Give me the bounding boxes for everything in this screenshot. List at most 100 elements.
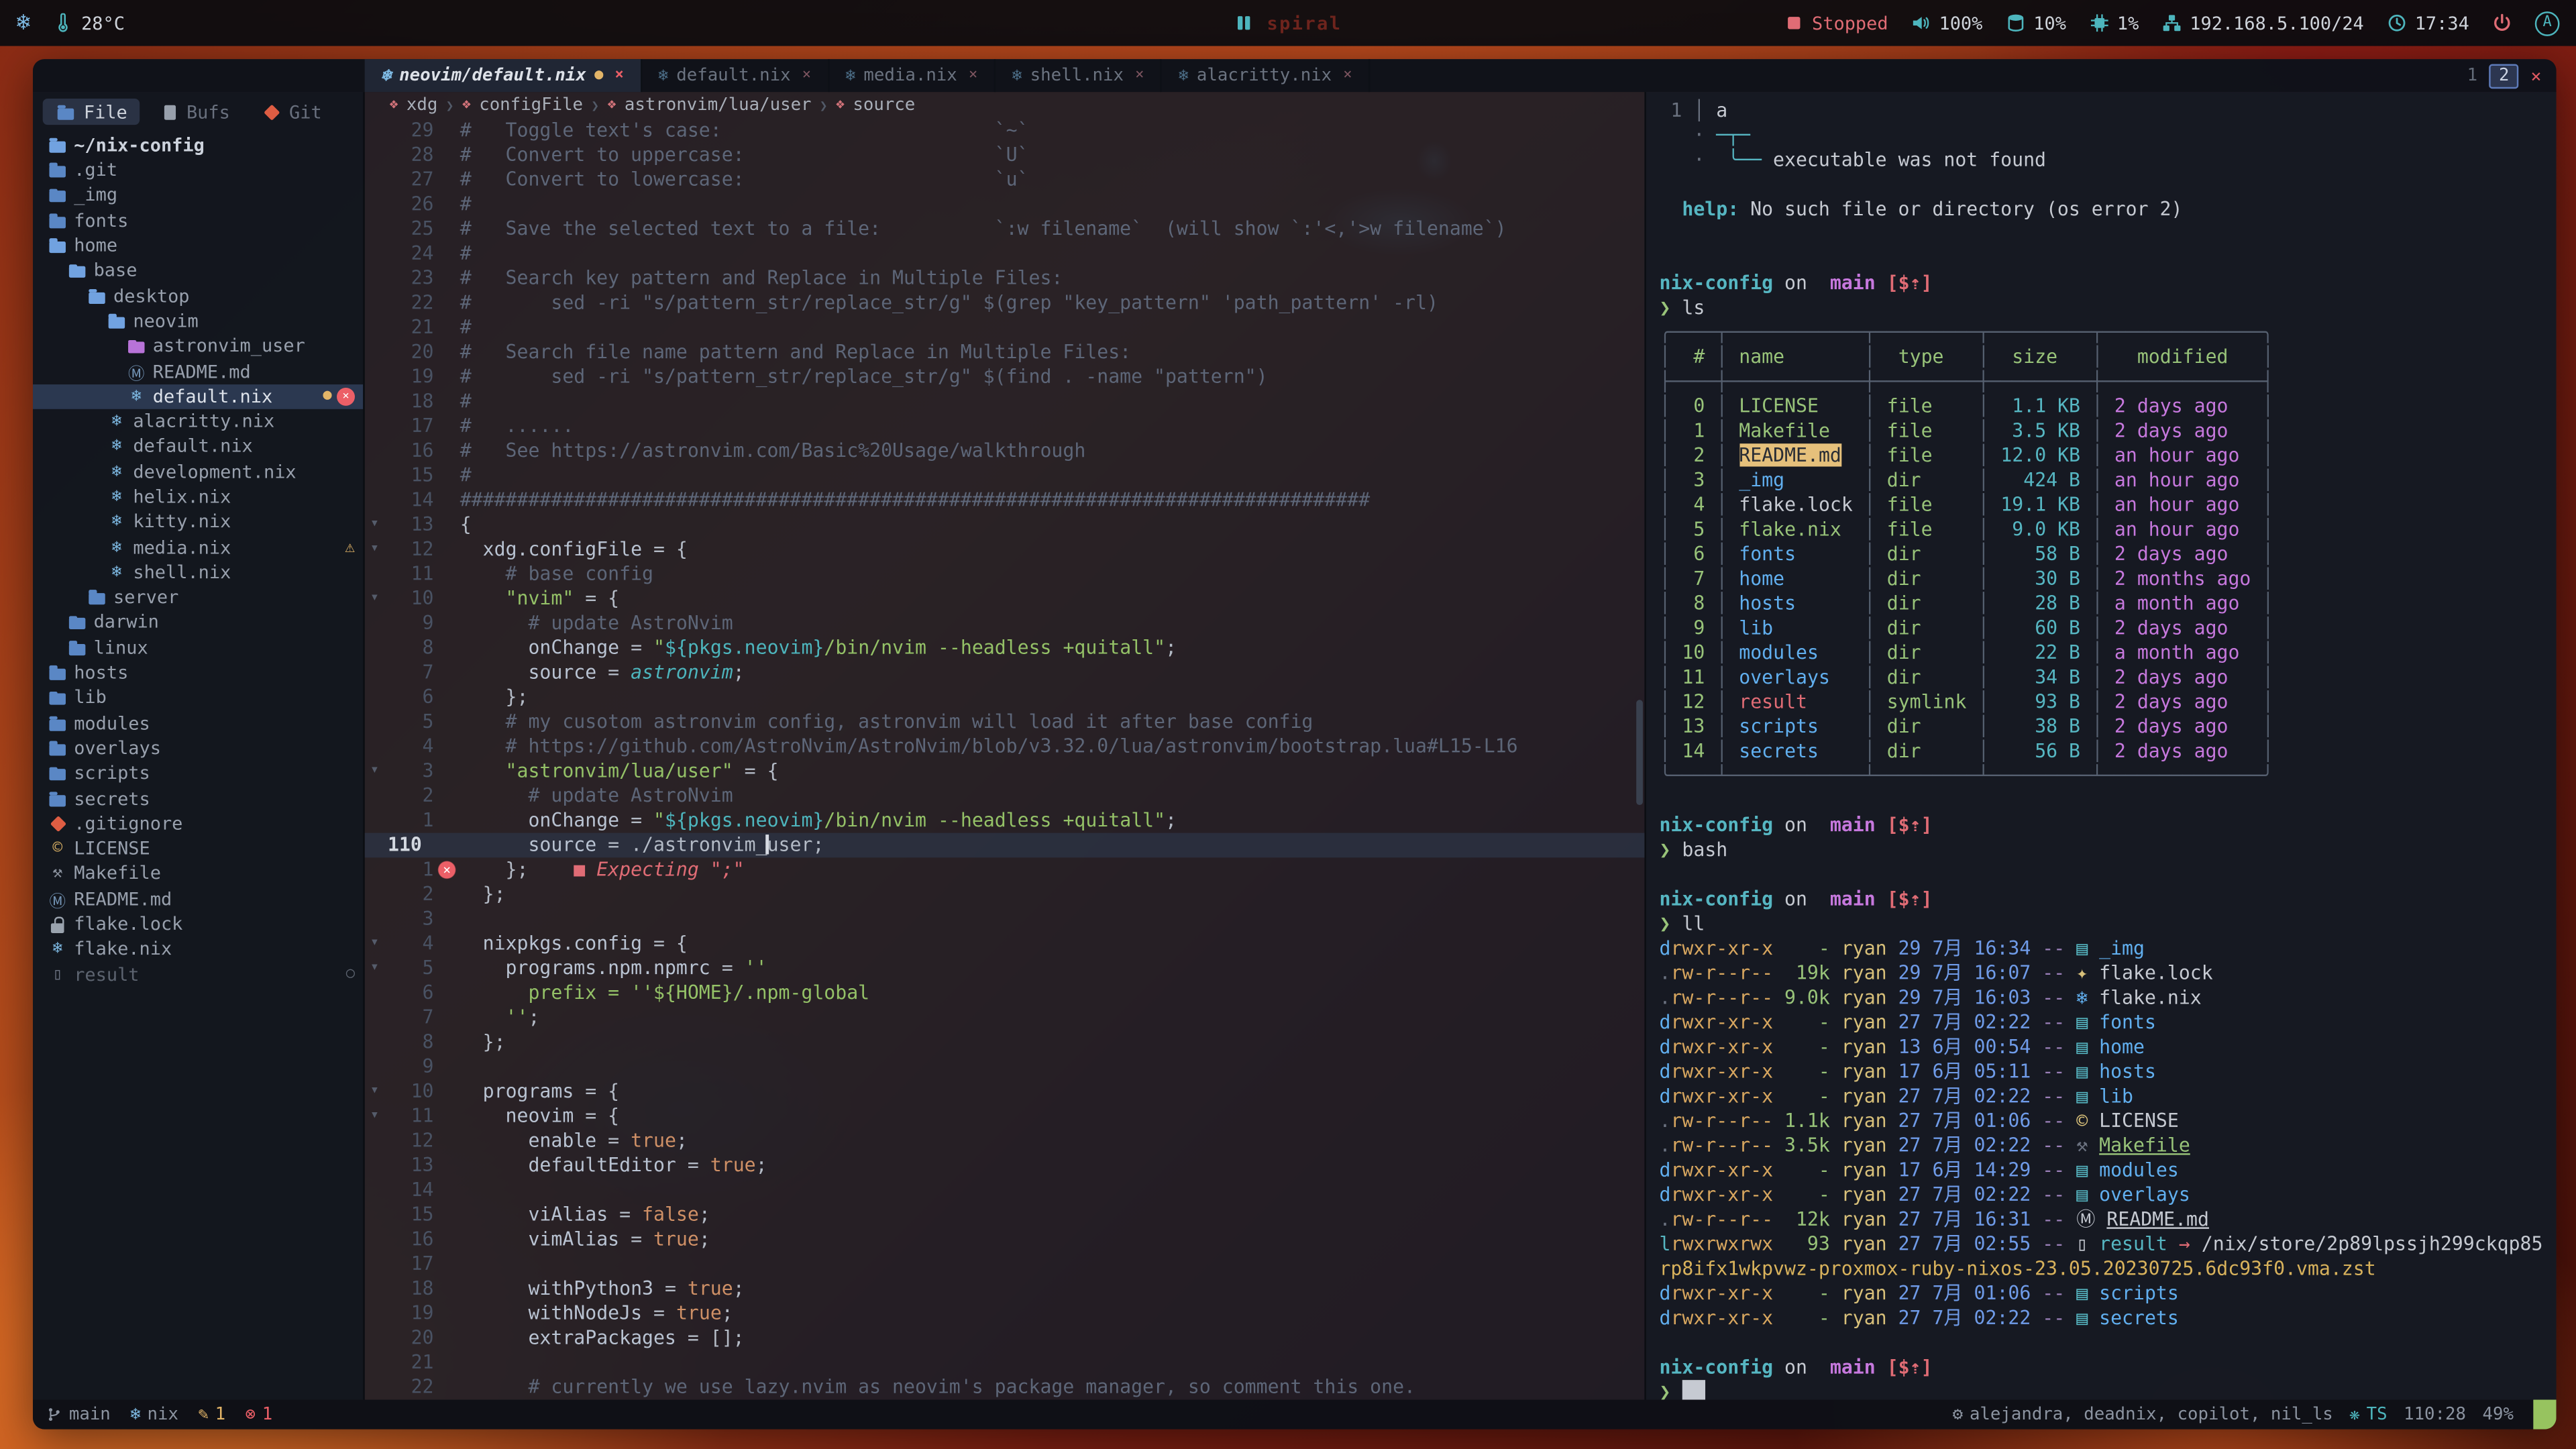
fold-marker[interactable] xyxy=(365,611,384,636)
code-line[interactable]: 2 }; xyxy=(365,882,1645,907)
code-line[interactable]: 19 withNodeJs = true; xyxy=(365,1301,1645,1326)
file-tree-item[interactable]: desktop xyxy=(33,283,363,308)
fold-marker[interactable] xyxy=(365,488,384,513)
temperature-widget[interactable]: 28°C xyxy=(53,12,125,34)
breadcrumb-segment[interactable]: ❯ ❖ source xyxy=(820,95,916,115)
code-line[interactable]: 7 ''; xyxy=(365,1006,1645,1030)
file-tree-item[interactable]: _img xyxy=(33,183,363,208)
fold-marker[interactable] xyxy=(365,1178,384,1203)
file-tree-item[interactable]: darwin xyxy=(33,610,363,635)
file-tree-item[interactable]: scripts xyxy=(33,761,363,786)
buffer-close-icon[interactable]: × xyxy=(802,67,811,83)
fold-marker[interactable] xyxy=(365,1030,384,1055)
code-buffer[interactable]: 29# Toggle text's case: `~` 28# Convert … xyxy=(365,118,1645,1399)
explorer-source-tab[interactable]: File xyxy=(43,99,139,125)
code-line[interactable]: ▾12 xdg.configFile = { xyxy=(365,537,1645,562)
code-line[interactable]: 9 xyxy=(365,1055,1645,1079)
code-line[interactable]: ▾10 programs = { xyxy=(365,1079,1645,1104)
fold-marker[interactable] xyxy=(365,439,384,464)
fold-marker[interactable] xyxy=(365,857,384,882)
code-line[interactable]: 16# See https://astronvim.com/Basic%20Us… xyxy=(365,439,1645,464)
lsp-clients[interactable]: ⚙ alejandra, deadnix, copilot, nil_ls xyxy=(1953,1405,2333,1424)
code-line[interactable]: 17# ...... xyxy=(365,414,1645,439)
media-player-status[interactable]: Stopped xyxy=(1784,12,1888,34)
fold-marker[interactable] xyxy=(365,290,384,315)
buffer-tab[interactable]: ❄ neovim/default.nix ● × xyxy=(365,59,642,92)
breadcrumb-segment[interactable]: ❯ ❖ astronvim/lua/user xyxy=(591,95,811,115)
code-line[interactable]: 18# xyxy=(365,389,1645,414)
code-line[interactable]: 21 xyxy=(365,1350,1645,1375)
tabpage-2-active[interactable]: 2 xyxy=(2489,63,2519,88)
fold-marker[interactable]: ▾ xyxy=(365,956,384,981)
file-tree-item[interactable]: ⚒ Makefile xyxy=(33,861,363,886)
file-tree-item[interactable]: fonts xyxy=(33,208,363,233)
fold-marker[interactable] xyxy=(365,907,384,932)
code-line[interactable]: 20# Search file name pattern and Replace… xyxy=(365,340,1645,365)
file-tree-item[interactable]: ❄ alacritty.nix xyxy=(33,409,363,434)
clock-widget[interactable]: 17:34 xyxy=(2387,12,2469,34)
nixos-logo-icon[interactable]: ❄ xyxy=(16,10,30,36)
disk-widget[interactable]: 10% xyxy=(2006,12,2066,34)
fold-marker[interactable] xyxy=(365,735,384,759)
fold-marker[interactable] xyxy=(365,118,384,143)
file-tree-item[interactable]: home xyxy=(33,233,363,258)
file-tree-item[interactable]: ❄ kitty.nix xyxy=(33,510,363,535)
code-line[interactable]: 28# Convert to uppercase: `U` xyxy=(365,143,1645,168)
fold-marker[interactable] xyxy=(365,808,384,833)
fold-marker[interactable] xyxy=(365,784,384,808)
fold-marker[interactable] xyxy=(365,241,384,266)
code-line[interactable]: 4 # https://github.com/AstroNvim/AstroNv… xyxy=(365,735,1645,759)
buffer-tab[interactable]: ❄ shell.nix × xyxy=(996,59,1162,92)
code-line[interactable]: 26# xyxy=(365,193,1645,217)
fold-marker[interactable] xyxy=(365,217,384,241)
code-line[interactable]: 14######################################… xyxy=(365,488,1645,513)
fold-marker[interactable] xyxy=(365,660,384,685)
fold-marker[interactable]: ▾ xyxy=(365,1104,384,1129)
fold-marker[interactable] xyxy=(365,1203,384,1228)
fold-marker[interactable] xyxy=(365,464,384,488)
breadcrumb-segment[interactable]: ❖ xdg xyxy=(381,95,437,115)
git-changed-count[interactable]: ✎ 1 xyxy=(198,1405,225,1424)
buffer-close-icon[interactable]: × xyxy=(615,67,624,83)
file-tree-item[interactable]: © LICENSE xyxy=(33,837,363,861)
buffer-tab[interactable]: ❄ default.nix × xyxy=(642,59,829,92)
file-tree-item[interactable]: .gitignore xyxy=(33,811,363,836)
fold-marker[interactable] xyxy=(365,882,384,907)
file-tree-item[interactable]: ❄ default.nix ●× xyxy=(33,384,363,409)
fold-marker[interactable] xyxy=(365,143,384,168)
code-line[interactable]: 5 # my cusotom astronvim config, astronv… xyxy=(365,710,1645,735)
fold-marker[interactable] xyxy=(365,1277,384,1301)
file-tree-item[interactable]: ❄ development.nix xyxy=(33,460,363,484)
fold-marker[interactable]: ▾ xyxy=(365,586,384,611)
fold-marker[interactable] xyxy=(365,562,384,587)
error-count[interactable]: ⊗ 1 xyxy=(246,1405,273,1424)
fold-marker[interactable]: ▾ xyxy=(365,513,384,537)
file-tree-item[interactable]: secrets xyxy=(33,786,363,811)
fold-marker[interactable] xyxy=(365,266,384,291)
code-line[interactable]: 2 # update AstroNvim xyxy=(365,784,1645,808)
fold-marker[interactable] xyxy=(365,1301,384,1326)
file-tree-item[interactable]: hosts xyxy=(33,660,363,685)
file-tree-item[interactable]: ❄ flake.nix xyxy=(33,936,363,961)
fold-marker[interactable] xyxy=(365,685,384,710)
file-tree-item[interactable]: ▯ result ○ xyxy=(33,962,363,987)
code-line[interactable]: 20 extraPackages = []; xyxy=(365,1326,1645,1350)
code-line[interactable]: 29# Toggle text's case: `~` xyxy=(365,118,1645,143)
file-tree-item[interactable]: neovim xyxy=(33,309,363,333)
code-line[interactable]: ▾10 "nvim" = { xyxy=(365,586,1645,611)
fold-marker[interactable] xyxy=(365,1055,384,1079)
fold-marker[interactable] xyxy=(365,1326,384,1350)
terminal-pane[interactable]: 1 │ a · ─┬─ · ╰── executable was not fou… xyxy=(1644,92,2556,1399)
code-line[interactable]: 6 }; xyxy=(365,685,1645,710)
fold-marker[interactable]: ▾ xyxy=(365,932,384,957)
tabpage-1[interactable]: 1 xyxy=(2467,66,2477,85)
file-tree-item[interactable]: modules xyxy=(33,710,363,735)
file-tree-item[interactable]: base xyxy=(33,258,363,283)
code-line[interactable]: 12 enable = true; xyxy=(365,1128,1645,1153)
fold-marker[interactable]: ▾ xyxy=(365,1079,384,1104)
file-tree-item[interactable]: lib xyxy=(33,686,363,710)
cpu-widget[interactable]: 1% xyxy=(2089,12,2139,34)
code-line[interactable]: 19# sed -ri "s/pattern_str/replace_str/g… xyxy=(365,365,1645,390)
file-tree-item[interactable]: flake.lock xyxy=(33,912,363,936)
code-line[interactable]: 25# Save the selected text to a file: `:… xyxy=(365,217,1645,241)
